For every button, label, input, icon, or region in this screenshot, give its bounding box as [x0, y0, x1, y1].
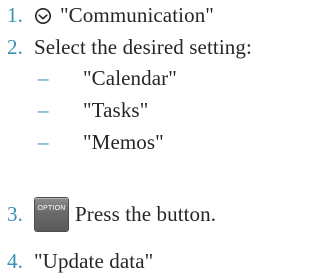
step-text: "Communication": [34, 2, 214, 28]
step-number: 4.: [7, 249, 23, 273]
step-number: 3.: [7, 202, 23, 226]
option-label: "Calendar": [83, 66, 177, 90]
step-label: "Update data": [34, 249, 154, 273]
step-label: Select the desired setting:: [34, 35, 252, 59]
option-label: "Tasks": [83, 98, 149, 122]
option-button[interactable]: OPTION: [35, 198, 68, 231]
option-button-label: OPTION: [37, 205, 66, 212]
step-number: 1.: [7, 3, 23, 27]
communication-arrow-icon: [34, 7, 52, 25]
list-dash: –: [38, 66, 49, 90]
option-label: "Memos": [83, 130, 164, 154]
step-number: 2.: [7, 35, 23, 59]
step-label: "Communication": [60, 3, 214, 27]
list-dash: –: [38, 98, 49, 122]
step-label: Press the button.: [75, 202, 217, 226]
list-dash: –: [38, 130, 49, 154]
